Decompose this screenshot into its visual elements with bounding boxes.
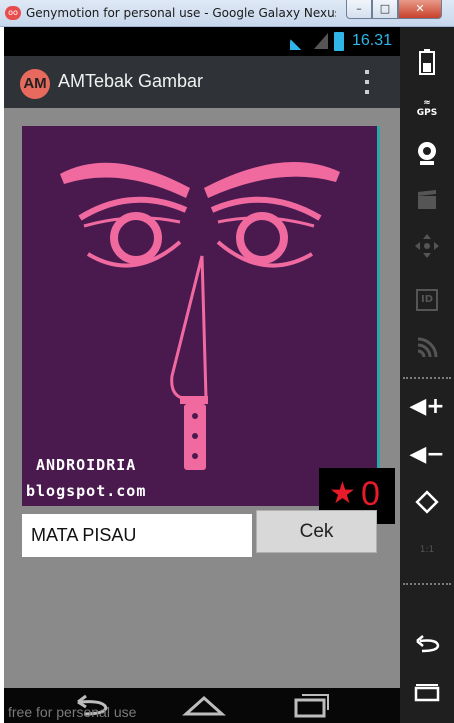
app-logo: AM [20, 69, 50, 99]
overflow-menu-icon[interactable] [360, 68, 374, 96]
gps-icon[interactable]: ≈ GPS [400, 85, 454, 131]
signal-icon [314, 33, 328, 49]
home-nav-icon[interactable] [182, 692, 226, 718]
side-panel-separator [403, 583, 451, 585]
volume-up-icon[interactable]: ◀+ [400, 383, 454, 429]
knife-handle [180, 396, 208, 470]
score-value: 0 [361, 475, 380, 513]
android-status-bar: 16.31 [4, 27, 400, 56]
back-icon[interactable] [400, 621, 454, 667]
left-eye [78, 196, 188, 268]
free-personal-use-label: free for personal use [8, 704, 137, 720]
dpad-icon[interactable] [400, 223, 454, 269]
star-icon: ★ [329, 476, 356, 511]
battery-icon[interactable] [400, 39, 454, 85]
right-eyebrow [204, 162, 340, 198]
menu-icon[interactable] [400, 669, 454, 715]
window-title: Genymotion for personal use - Google Gal… [26, 6, 336, 20]
status-clock: 16.31 [352, 32, 393, 49]
genymotion-app-icon: oo [5, 6, 21, 20]
action-bar: AM AMTebak Gambar [4, 56, 400, 108]
face-knife-illustration [60, 162, 340, 470]
maximize-button[interactable]: □ [372, 0, 398, 19]
check-button[interactable]: Cek [256, 510, 377, 553]
app-title: AMTebak Gambar [58, 71, 204, 91]
scale-icon[interactable]: 1:1 [400, 527, 454, 573]
minimize-button[interactable]: – [346, 0, 372, 19]
wifi-icon [290, 32, 312, 50]
close-button[interactable]: ✕ [398, 0, 442, 19]
video-icon[interactable] [400, 177, 454, 223]
game-content: ANDROIDRIA blogspot.com ★ 0 Cek [4, 108, 400, 688]
watermark-url: blogspot.com [26, 482, 147, 500]
volume-down-icon[interactable]: ◀− [400, 431, 454, 477]
left-eyebrow [60, 162, 190, 198]
window-title-bar: oo Genymotion for personal use - Google … [0, 0, 454, 27]
answer-input[interactable] [22, 514, 252, 557]
watermark-title: ANDROIDRIA [36, 456, 137, 474]
genymotion-side-panel: ≈ GPS ID ◀+ ◀− 1:1 [400, 27, 454, 723]
battery-status-icon [334, 32, 344, 51]
side-panel-separator [403, 377, 451, 379]
camera-icon[interactable] [400, 131, 454, 177]
cast-icon[interactable] [400, 325, 454, 371]
puzzle-image: ANDROIDRIA blogspot.com ★ 0 [22, 126, 395, 524]
recent-apps-nav-icon[interactable] [292, 692, 332, 718]
rotate-icon[interactable] [400, 479, 454, 525]
id-icon[interactable]: ID [400, 277, 454, 323]
knife-blade [170, 255, 208, 400]
right-eye [210, 196, 322, 268]
